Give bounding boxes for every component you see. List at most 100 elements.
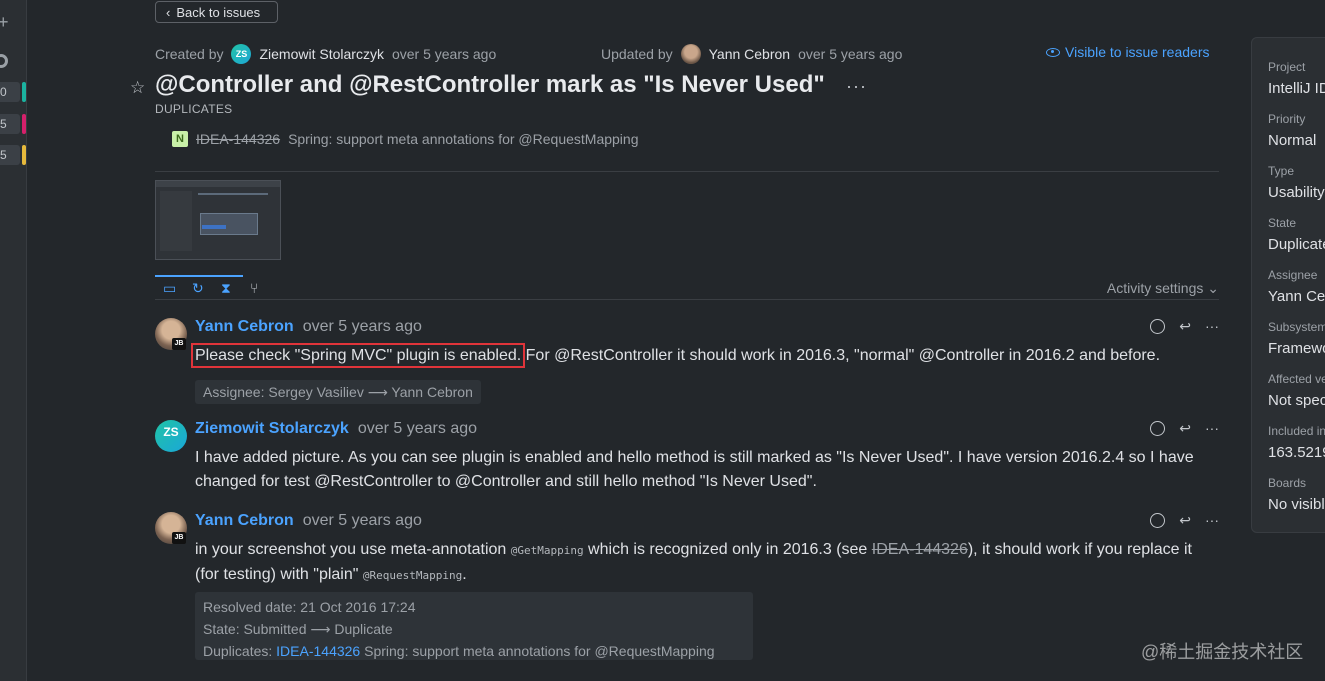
comment-text: . [462,566,467,583]
field-label: Affected versions [1268,372,1325,386]
more-icon[interactable]: ··· [846,76,867,97]
issue-title: @Controller and @RestController mark as … [155,71,825,98]
field-label: Included in builds [1268,424,1325,438]
field-label: Project [1268,60,1306,74]
vcs-branch-tab-icon[interactable]: ⑂ [250,281,264,295]
field-priority[interactable]: Priority Normal [1268,112,1325,164]
duplicate-link-row[interactable]: N IDEA-144326 Spring: support meta annot… [172,131,638,147]
issue-fields-panel: Project IntelliJ IDEA Priority Normal Type… [1251,37,1325,533]
back-label: Back to issues [176,4,261,20]
avatar[interactable]: JB [155,318,187,350]
comment-author[interactable]: Ziemowit Stolarczyk [195,420,349,438]
comment-body: in your screenshot you use meta-annotati… [195,538,1219,588]
comment-actions: ↩ ··· [1150,512,1219,529]
field-project[interactable]: Project IntelliJ IDEA [1268,60,1325,112]
field-value: Yann Cebron [1268,288,1325,305]
attachment-thumbnail[interactable] [155,180,281,260]
activity-tabs: ▭ ↻ ⧗ ⑂ Activity settings ⌄ [155,275,1219,300]
field-boards[interactable]: Boards No visible boards [1268,476,1325,528]
comments-tab-icon[interactable]: ▭ [163,281,177,295]
watermark: @稀土掘金技术社区 [1141,642,1304,662]
sidebar-color-bar [22,82,26,102]
highlighted-text: Please check "Spring MVC" plugin is enab… [190,343,526,368]
more-icon[interactable]: ··· [1205,318,1219,335]
field-value: IntelliJ IDEA [1268,80,1325,97]
comment-text: For @RestController it should work in 20… [521,347,1161,364]
comment-actions: ↩ ··· [1150,420,1219,437]
gear-icon[interactable] [0,54,8,68]
field-value: Normal [1268,132,1317,149]
field-state[interactable]: State Duplicate [1268,216,1325,268]
comment-time[interactable]: over 5 years ago [358,420,477,438]
field-value: Not specified [1268,392,1325,409]
updater-name[interactable]: Yann Cebron [709,46,790,62]
back-to-issues-button[interactable]: ‹ Back to issues [155,1,278,23]
state-change-box: Resolved date: 21 Oct 2016 17:24 State: … [195,592,753,660]
field-label: State [1268,216,1297,230]
comment-author[interactable]: Yann Cebron [195,318,294,336]
field-value: No visible boards [1268,496,1325,513]
field-value: 163.5219 [1268,444,1325,461]
field-assignee[interactable]: Assignee Yann Cebron [1268,268,1325,320]
activity-settings-label: Activity settings [1106,280,1204,296]
updated-time: over 5 years ago [798,46,903,62]
updated-by-row: Updated by Yann Cebron over 5 years ago [601,44,902,64]
issue-reference-link[interactable]: IDEA-144326 [872,541,968,558]
sidebar-count-1[interactable]: 0 [0,82,20,102]
creator-name[interactable]: Ziemowit Stolarczyk [259,46,383,62]
divider [155,171,1219,172]
field-label: Type [1268,164,1295,178]
jetbrains-badge: JB [172,532,186,544]
history-tab-icon[interactable]: ↻ [192,281,206,295]
duplicates-label: Duplicates: [203,643,277,659]
sidebar-color-bar [22,114,26,134]
field-subsystem[interactable]: Subsystem Framework [1268,320,1325,372]
duplicates-change: Duplicates: IDEA-144326 Spring: support … [203,640,745,662]
more-icon[interactable]: ··· [1205,420,1219,437]
field-value: Duplicate [1268,236,1325,253]
avatar[interactable] [680,44,701,64]
add-reaction-icon[interactable] [1150,513,1166,528]
add-reaction-icon[interactable] [1150,421,1166,436]
sidebar-count-2[interactable]: 5 [0,114,20,134]
comment-author[interactable]: Yann Cebron [195,512,294,530]
duplicate-issue-id[interactable]: IDEA-144326 [196,131,280,147]
comment-body: Please check "Spring MVC" plugin is enab… [190,343,1219,368]
field-type[interactable]: Type Usability Problem [1268,164,1325,216]
created-label: Created by [155,46,224,62]
duplicate-summary: Spring: support meta annotations for @Re… [360,643,715,659]
duplicate-issue-summary[interactable]: Spring: support meta annotations for @Re… [288,131,638,147]
field-label: Boards [1268,476,1307,490]
visibility-link[interactable]: Visible to issue readers [1046,44,1209,60]
field-label: Priority [1268,112,1306,126]
reply-icon[interactable]: ↩ [1179,512,1191,529]
sidebar-count-3[interactable]: 5 [0,145,20,165]
eye-icon [1046,47,1060,57]
created-time: over 5 years ago [391,46,497,62]
field-label: Subsystem [1268,320,1325,334]
field-value: Usability Problem [1268,184,1325,201]
hourglass-tab-icon[interactable]: ⧗ [221,281,235,295]
avatar[interactable]: JB [155,512,187,544]
reply-icon[interactable]: ↩ [1179,420,1191,437]
avatar[interactable]: ZS [155,420,187,452]
field-included-in-builds[interactable]: Included in builds 163.5219 [1268,424,1325,476]
comment-time[interactable]: over 5 years ago [303,318,422,336]
more-icon[interactable]: ··· [1205,512,1219,529]
chevron-down-icon: ⌄ [1207,280,1219,296]
inline-code: @GetMapping [510,544,584,557]
comment-body: I have added picture. As you can see plu… [195,449,1194,490]
sidebar-color-bar [22,145,26,165]
field-affected-versions[interactable]: Affected versions Not specified [1268,372,1325,424]
add-reaction-icon[interactable] [1150,319,1166,334]
avatar[interactable]: ZS [231,44,252,64]
active-tab-indicator [155,275,243,277]
assignee-change: Assignee: Sergey Vasiliev ⟶ Yann Cebron [195,380,481,404]
comment-time[interactable]: over 5 years ago [303,512,422,530]
star-icon[interactable]: ☆ [130,78,145,98]
reply-icon[interactable]: ↩ [1179,318,1191,335]
field-label: Assignee [1268,268,1318,282]
activity-settings-dropdown[interactable]: Activity settings ⌄ [1107,280,1219,297]
plus-icon[interactable]: + [0,12,9,33]
duplicate-issue-link[interactable]: IDEA-144326 [276,643,360,659]
